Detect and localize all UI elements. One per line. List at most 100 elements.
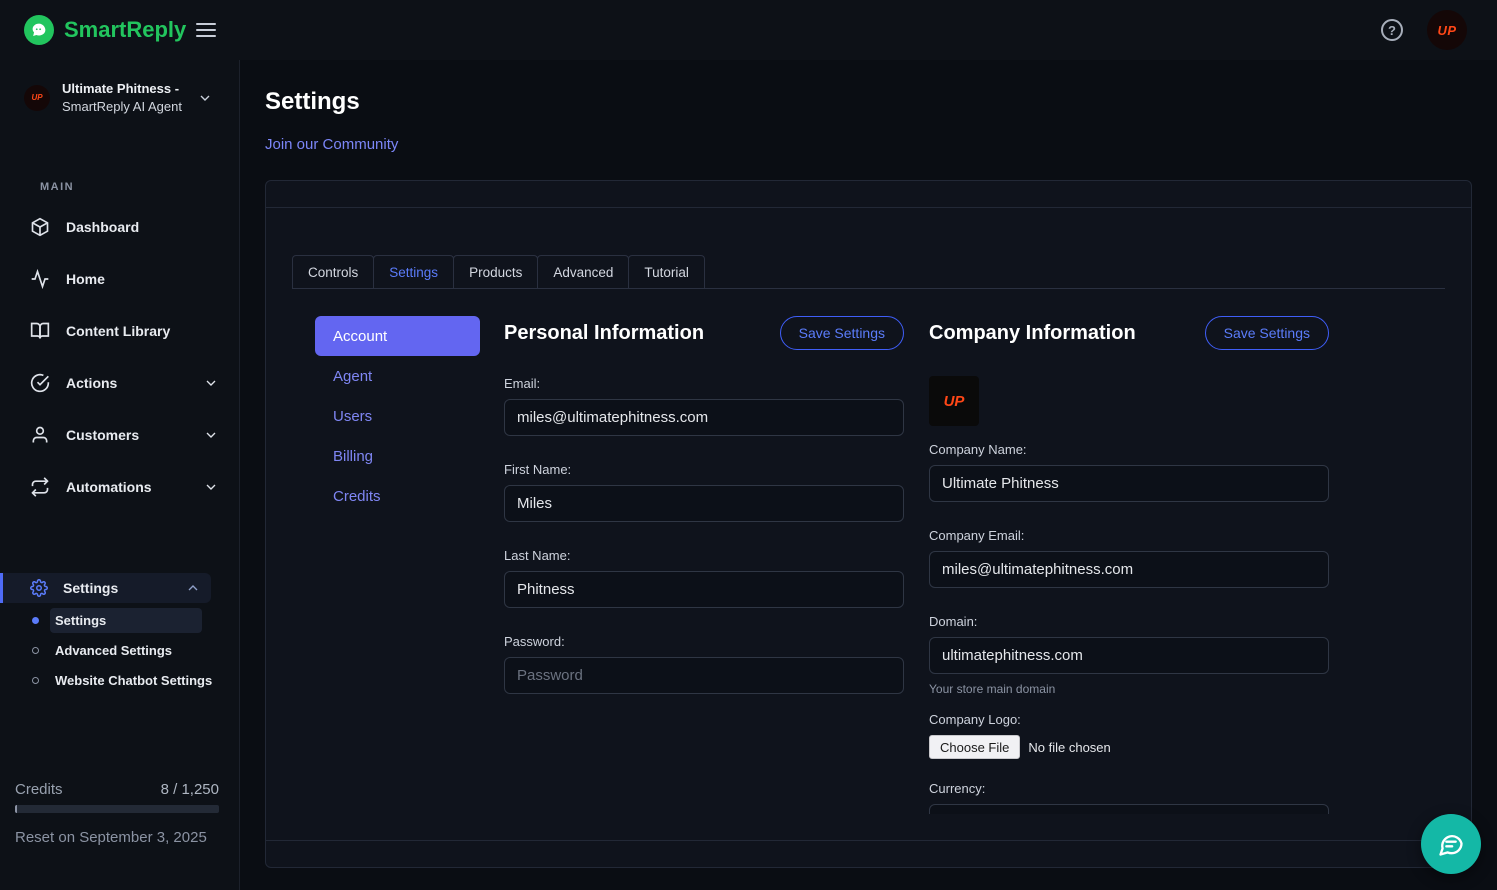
last-name-label: Last Name: (504, 548, 571, 563)
hamburger-menu-icon[interactable] (196, 19, 216, 41)
domain-helper-text: Your store main domain (929, 682, 1056, 696)
sidebar-item-label: Settings (63, 580, 119, 597)
sidebar-item-actions[interactable]: Actions (0, 357, 239, 409)
first-name-label: First Name: (504, 462, 572, 477)
company-email-label: Company Email: (929, 528, 1025, 543)
gear-icon (30, 579, 48, 598)
company-name-label: Company Name: (929, 442, 1027, 457)
company-email-field[interactable] (929, 551, 1329, 588)
choose-file-button[interactable]: Choose File (929, 735, 1021, 759)
domain-label: Domain: (929, 614, 978, 629)
currency-select[interactable]: $ USD (929, 804, 1329, 814)
sidebar-subitem-advanced-settings[interactable]: Advanced Settings (0, 635, 239, 665)
first-name-field[interactable] (504, 485, 904, 522)
community-link[interactable]: Join our Community (265, 136, 398, 153)
subnav-item-users[interactable]: Users (315, 396, 480, 436)
credits-progress-fill (15, 805, 18, 813)
sidebar-subitem-settings[interactable]: Settings (0, 605, 239, 635)
help-icon[interactable]: ? (1381, 19, 1403, 41)
email-field[interactable] (504, 399, 904, 436)
save-settings-button[interactable]: Save Settings (1204, 316, 1329, 350)
user-avatar[interactable]: UP (1427, 10, 1467, 50)
section-title: Personal Information (504, 321, 705, 344)
chevron-up-icon (185, 580, 201, 596)
sidebar-item-settings-group[interactable]: Settings (0, 573, 211, 604)
user-icon (30, 425, 50, 445)
repeat-icon (30, 477, 50, 497)
subnav-item-account[interactable]: Account (315, 316, 480, 356)
cube-icon (30, 217, 50, 237)
credits-progress-bar (15, 805, 219, 813)
tab-controls[interactable]: Controls (292, 255, 375, 288)
chevron-down-icon (203, 375, 219, 391)
smartreply-logo-icon (24, 15, 54, 45)
tab-tutorial[interactable]: Tutorial (628, 255, 705, 288)
sidebar-item-label: Automations (66, 479, 152, 496)
card-footer (266, 840, 1471, 867)
password-field[interactable] (504, 657, 904, 694)
credits-value: 8 / 1,250 (160, 781, 219, 798)
sidebar-subitem-label: Advanced Settings (55, 642, 173, 658)
sidebar: UP Ultimate Phitness - SmartReply AI Age… (0, 60, 240, 890)
main-content: Settings Join our Community Controls Set… (240, 60, 1497, 890)
card-body: Controls Settings Products Advanced Tuto… (266, 208, 1471, 814)
company-logo-label: Company Logo: (929, 712, 1021, 727)
bullet-icon (32, 676, 39, 684)
sidebar-item-label: Actions (66, 375, 118, 392)
workspace-avatar: UP (24, 84, 50, 111)
sidebar-item-label: Customers (66, 427, 140, 444)
activity-icon (30, 269, 50, 290)
tab-products[interactable]: Products (453, 255, 539, 288)
tab-advanced[interactable]: Advanced (537, 255, 630, 288)
tab-content: Account Agent Users Billing Credits Pers… (266, 289, 1471, 814)
company-name-field[interactable] (929, 465, 1329, 502)
sidebar-item-label: Dashboard (66, 219, 140, 236)
sidebar-item-home[interactable]: Home (0, 253, 239, 305)
last-name-field[interactable] (504, 571, 904, 608)
settings-card: Controls Settings Products Advanced Tuto… (265, 180, 1472, 868)
save-settings-button[interactable]: Save Settings (779, 316, 904, 350)
personal-information-section: Personal Information Save Settings Email… (504, 316, 904, 814)
sidebar-item-label: Home (66, 271, 105, 288)
logo-file-input: Choose File No file chosen (929, 735, 1329, 759)
topbar: SmartReply ? UP (0, 0, 1497, 60)
subnav-item-credits[interactable]: Credits (315, 476, 480, 516)
chevron-down-icon (203, 427, 219, 443)
currency-label: Currency: (929, 781, 986, 796)
sidebar-item-automations[interactable]: Automations (0, 461, 239, 513)
sidebar-subitem-label: Settings (50, 607, 202, 633)
chevron-down-icon (197, 90, 213, 106)
password-label: Password: (504, 634, 565, 649)
sidebar-item-customers[interactable]: Customers (0, 409, 239, 461)
credits-label: Credits (15, 781, 63, 798)
section-title: Company Information (929, 321, 1136, 344)
chat-widget-button[interactable] (1421, 814, 1481, 874)
page-title: Settings (265, 88, 360, 115)
settings-subnav: Account Agent Users Billing Credits (315, 316, 480, 814)
company-information-section: Company Information Save Settings UP Com… (929, 316, 1329, 814)
bullet-icon (32, 646, 39, 654)
file-status-text: No file chosen (1028, 739, 1111, 755)
credits-panel: Credits 8 / 1,250 Reset on September 3, … (15, 781, 219, 846)
sidebar-section-label: MAIN (40, 181, 75, 194)
brand-name: SmartReply (64, 17, 187, 42)
chevron-down-icon (203, 479, 219, 495)
company-logo-image: UP (929, 376, 979, 426)
workspace-switcher[interactable]: UP Ultimate Phitness - SmartReply AI Age… (0, 60, 239, 131)
bullet-icon (32, 616, 39, 624)
tab-settings[interactable]: Settings (373, 255, 455, 288)
brand: SmartReply (0, 15, 240, 45)
sidebar-subitem-website-chatbot-settings[interactable]: Website Chatbot Settings (0, 665, 239, 695)
workspace-text: Ultimate Phitness - SmartReply AI Agent (62, 80, 182, 115)
sidebar-item-label: Content Library (66, 323, 171, 340)
subnav-item-agent[interactable]: Agent (315, 356, 480, 396)
chat-bubble-icon (1437, 830, 1465, 858)
domain-field[interactable] (929, 637, 1329, 674)
email-label: Email: (504, 376, 541, 391)
credits-reset-text: Reset on September 3, 2025 (15, 829, 207, 846)
sidebar-item-dashboard[interactable]: Dashboard (0, 201, 239, 253)
tabs-row: Controls Settings Products Advanced Tuto… (292, 255, 1445, 289)
sidebar-item-content-library[interactable]: Content Library (0, 305, 239, 357)
subnav-item-billing[interactable]: Billing (315, 436, 480, 476)
card-header (266, 181, 1471, 208)
